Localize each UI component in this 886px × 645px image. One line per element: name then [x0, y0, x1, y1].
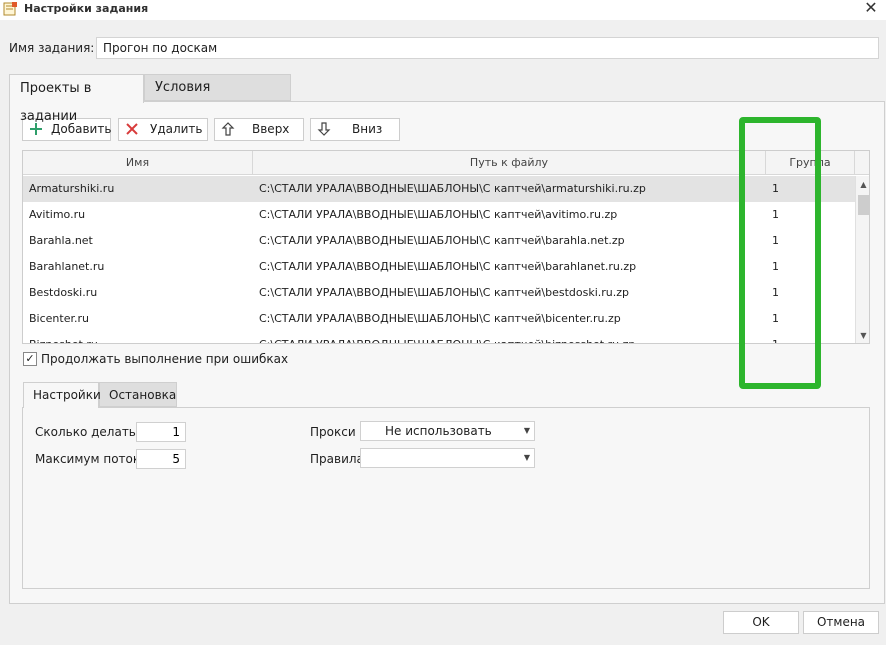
- table-row[interactable]: Armaturshiki.ru C:\СТАЛИ УРАЛА\ВВОДНЫЕ\Ш…: [23, 176, 855, 202]
- table-row[interactable]: Barahla.net C:\СТАЛИ УРАЛА\ВВОДНЫЕ\ШАБЛО…: [23, 228, 855, 254]
- row-group: 1: [772, 312, 779, 325]
- row-path: C:\СТАЛИ УРАЛА\ВВОДНЫЕ\ШАБЛОНЫ\С каптчей…: [259, 234, 625, 247]
- max-threads-input[interactable]: [136, 449, 186, 469]
- ok-button[interactable]: OK: [723, 611, 799, 634]
- row-path: C:\СТАЛИ УРАЛА\ВВОДНЫЕ\ШАБЛОНЫ\С каптчей…: [259, 332, 749, 343]
- row-group: 1: [772, 332, 802, 343]
- arrow-down-icon: [316, 121, 332, 137]
- row-name: Barahla.net: [29, 234, 93, 247]
- row-path: C:\СТАЛИ УРАЛА\ВВОДНЫЕ\ШАБЛОНЫ\С каптчей…: [259, 182, 646, 195]
- table-row[interactable]: Bizneshot.ru C:\СТАЛИ УРАЛА\ВВОДНЫЕ\ШАБЛ…: [23, 332, 855, 343]
- how-many-label: Сколько делать: [35, 425, 136, 439]
- column-header-name[interactable]: Имя: [23, 151, 253, 175]
- proxy-label: Прокси: [310, 425, 356, 439]
- rules-label: Правила: [310, 452, 364, 466]
- table-row[interactable]: Bicenter.ru C:\СТАЛИ УРАЛА\ВВОДНЫЕ\ШАБЛО…: [23, 306, 855, 332]
- close-icon[interactable]: ✕: [860, 0, 882, 18]
- row-path: C:\СТАЛИ УРАЛА\ВВОДНЫЕ\ШАБЛОНЫ\С каптчей…: [259, 260, 637, 273]
- tab-projects[interactable]: Проекты в задании: [9, 74, 144, 124]
- table-row[interactable]: Barahlanet.ru C:\СТАЛИ УРАЛА\ВВОДНЫЕ\ШАБ…: [23, 254, 855, 280]
- row-group: 1: [772, 182, 779, 195]
- table-row[interactable]: Bestdoski.ru C:\СТАЛИ УРАЛА\ВВОДНЫЕ\ШАБЛ…: [23, 280, 855, 306]
- delete-x-icon: [124, 121, 140, 137]
- proxy-value: Не использовать: [385, 424, 492, 438]
- row-name: Bizneshot.ru: [29, 332, 253, 343]
- delete-button[interactable]: Удалить: [118, 118, 208, 141]
- proxy-select[interactable]: Не использовать ▼: [360, 421, 535, 441]
- window-title: Настройки задания: [24, 2, 149, 15]
- row-name: Barahlanet.ru: [29, 260, 105, 273]
- move-down-button[interactable]: Вниз: [310, 118, 400, 141]
- row-name: Bestdoski.ru: [29, 286, 98, 299]
- task-name-label: Имя задания:: [9, 41, 95, 55]
- rules-select[interactable]: ▼: [360, 448, 535, 468]
- chevron-down-icon[interactable]: ▼: [524, 449, 530, 467]
- column-header-group[interactable]: Группа: [766, 151, 855, 175]
- row-group: 1: [772, 286, 779, 299]
- table-header: Имя Путь к файлу Группа: [23, 151, 869, 175]
- table-row[interactable]: Avitimo.ru C:\СТАЛИ УРАЛА\ВВОДНЫЕ\ШАБЛОН…: [23, 202, 855, 228]
- row-group: 1: [772, 234, 779, 247]
- chevron-down-icon[interactable]: ▼: [524, 422, 530, 440]
- row-name: Armaturshiki.ru: [29, 182, 115, 195]
- cancel-button[interactable]: Отмена: [803, 611, 879, 634]
- row-path: C:\СТАЛИ УРАЛА\ВВОДНЫЕ\ШАБЛОНЫ\С каптчей…: [259, 208, 618, 221]
- table-scrollbar[interactable]: ▲ ▼: [855, 176, 869, 343]
- delete-button-label: Удалить: [150, 122, 203, 136]
- row-path: C:\СТАЛИ УРАЛА\ВВОДНЫЕ\ШАБЛОНЫ\С каптчей…: [259, 312, 621, 325]
- tab-settings[interactable]: Настройки: [23, 382, 101, 408]
- arrow-up-icon: [220, 121, 236, 137]
- how-many-input[interactable]: [136, 422, 186, 442]
- scroll-down-icon[interactable]: ▼: [856, 329, 869, 343]
- scroll-up-icon[interactable]: ▲: [856, 178, 869, 192]
- tab-conditions[interactable]: Условия выполнения: [144, 74, 291, 121]
- title-bar: Настройки задания ✕: [0, 0, 886, 20]
- move-up-label: Вверх: [252, 122, 290, 136]
- tab-stop[interactable]: Остановка: [99, 382, 177, 407]
- row-name: Avitimo.ru: [29, 208, 86, 221]
- continue-on-error-label[interactable]: Продолжать выполнение при ошибках: [41, 352, 288, 367]
- row-name: Bicenter.ru: [29, 312, 89, 325]
- row-path: C:\СТАЛИ УРАЛА\ВВОДНЫЕ\ШАБЛОНЫ\С каптчей…: [259, 286, 629, 299]
- move-up-button[interactable]: Вверх: [214, 118, 304, 141]
- continue-on-error-checkbox[interactable]: ✓: [23, 352, 37, 366]
- row-group: 1: [772, 260, 779, 273]
- task-settings-icon: [3, 1, 18, 16]
- table-body: Armaturshiki.ru C:\СТАЛИ УРАЛА\ВВОДНЫЕ\Ш…: [23, 176, 855, 343]
- row-group: 1: [772, 208, 779, 221]
- scroll-thumb[interactable]: [858, 195, 869, 215]
- task-name-input[interactable]: [96, 37, 879, 59]
- column-header-path[interactable]: Путь к файлу: [253, 151, 766, 175]
- move-down-label: Вниз: [352, 122, 383, 136]
- projects-table: Имя Путь к файлу Группа Armaturshiki.ru …: [22, 150, 870, 344]
